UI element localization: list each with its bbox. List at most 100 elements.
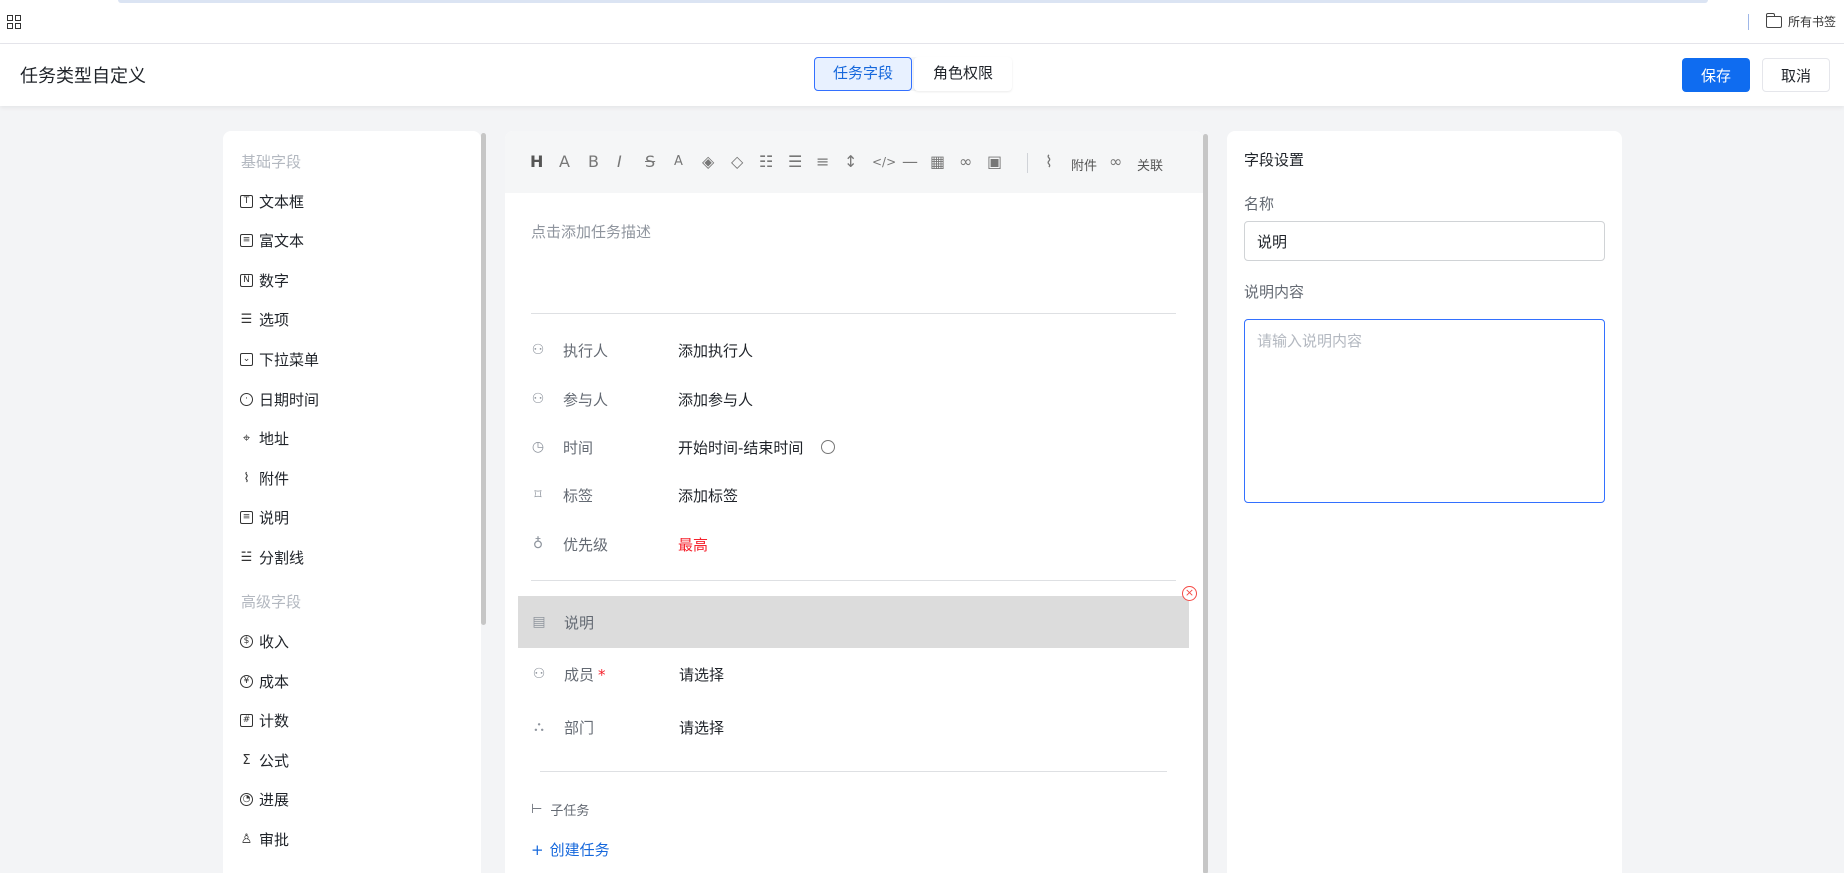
save-button[interactable]: 保存 <box>1682 58 1750 92</box>
subtask-label: 子任务 <box>550 804 590 819</box>
row-label: 部门 <box>564 718 595 737</box>
field-item-label: 数字 <box>259 272 290 290</box>
alarm-clock-icon[interactable] <box>821 440 836 454</box>
bookmark-bar: 所有书签 <box>0 0 1844 44</box>
field-item-description[interactable]: ≡ 说明 <box>240 507 289 528</box>
assignee-row[interactable]: ⚇ 执行人 添加执行人 <box>531 338 1171 362</box>
number-icon: N <box>240 274 253 287</box>
bold-icon[interactable]: B <box>588 153 599 171</box>
priority-value[interactable]: 最高 <box>678 534 708 555</box>
tab-role-permissions[interactable]: 角色权限 <box>914 57 1013 91</box>
bookmark-divider <box>1748 14 1749 30</box>
time-row[interactable]: ◷ 时间 开始时间-结束时间 <box>531 435 1171 459</box>
attachment-icon[interactable]: ⌇ <box>1045 153 1053 171</box>
description-content-textarea[interactable] <box>1244 319 1605 503</box>
priority-row[interactable]: ♁ 优先级 最高 <box>531 532 1171 556</box>
field-item-label: 审批 <box>259 831 290 849</box>
field-item-address[interactable]: ⌖ 地址 <box>240 428 289 449</box>
cancel-button[interactable]: 取消 <box>1762 58 1830 92</box>
custom-fields-divider <box>531 580 1176 581</box>
task-editor-panel: H A B I S A ◈ ◇ ☷ ☰ ≡ ↕ </> — ▦ ∞ ▣ ⌇ 附件… <box>505 131 1203 873</box>
content-label: 说明内容 <box>1244 283 1305 301</box>
editor-scrollbar[interactable] <box>1203 134 1208 873</box>
create-task-button[interactable]: + 创建任务 <box>531 839 610 860</box>
font-icon[interactable]: A <box>559 153 570 171</box>
code-icon[interactable]: </> <box>872 153 896 171</box>
bullet-list-icon[interactable]: ☰ <box>788 153 802 171</box>
heading-icon[interactable]: H <box>530 153 543 171</box>
fill-color-icon[interactable]: ◈ <box>702 153 714 171</box>
eraser-icon[interactable]: ◇ <box>731 153 743 171</box>
field-item-label: 富文本 <box>259 232 305 250</box>
custom-field-member-row[interactable]: ⚇ 成员 * 请选择 <box>532 662 1172 686</box>
required-mark: * <box>598 665 606 684</box>
font-color-icon[interactable]: A <box>674 153 683 171</box>
field-item-progress[interactable]: ◔ 进展 <box>240 789 289 810</box>
participants-row[interactable]: ⚇ 参与人 添加参与人 <box>531 387 1171 411</box>
tags-value[interactable]: 添加标签 <box>678 485 738 506</box>
dropdown-icon: ⌄ <box>240 353 253 366</box>
time-range-value[interactable]: 开始时间-结束时间 <box>678 437 803 458</box>
remove-field-close-icon[interactable]: × <box>1182 586 1197 601</box>
org-icon: ⛬ <box>534 719 544 735</box>
row-label: 时间 <box>563 438 594 457</box>
field-item-label: 地址 <box>259 430 290 448</box>
task-description-input[interactable]: 点击添加任务描述 <box>531 221 651 242</box>
italic-icon[interactable]: I <box>617 153 622 171</box>
strikethrough-icon[interactable]: S <box>645 153 655 171</box>
field-item-attachment[interactable]: ⌇ 附件 <box>240 468 289 489</box>
tags-row[interactable]: ⌑ 标签 添加标签 <box>531 483 1171 507</box>
relation-button[interactable]: 关联 <box>1137 155 1163 174</box>
relation-icon[interactable]: ∞ <box>1109 153 1122 171</box>
field-item-rich-text[interactable]: ≡ 富文本 <box>240 230 304 251</box>
all-bookmarks-button[interactable]: 所有书签 <box>1766 12 1837 30</box>
image-icon[interactable]: ▣ <box>987 153 1002 171</box>
field-name-input[interactable] <box>1244 221 1605 261</box>
field-item-income[interactable]: $ 收入 <box>240 631 289 652</box>
department-select[interactable]: 请选择 <box>679 717 724 738</box>
assignee-value[interactable]: 添加执行人 <box>678 340 753 361</box>
field-item-counter[interactable]: # 计数 <box>240 710 289 731</box>
cost-icon: ¥ <box>240 675 253 688</box>
row-label: 执行人 <box>563 341 609 360</box>
custom-field-department-row[interactable]: ⛬ 部门 请选择 <box>532 715 1172 739</box>
line-height-icon[interactable]: ↕ <box>844 153 857 171</box>
participants-value[interactable]: 添加参与人 <box>678 389 753 410</box>
link-icon[interactable]: ∞ <box>959 153 972 171</box>
field-library-scrollbar[interactable] <box>481 133 486 625</box>
subtask-divider <box>540 771 1167 772</box>
horizontal-rule-icon[interactable]: — <box>902 153 918 171</box>
field-item-dropdown[interactable]: ⌄ 下拉菜单 <box>240 349 319 370</box>
field-item-divider[interactable]: ☱ 分割线 <box>240 547 304 568</box>
attachment-button[interactable]: 附件 <box>1071 155 1097 174</box>
field-item-label: 分割线 <box>259 549 305 567</box>
subtask-tree-icon: ⊢ <box>531 802 543 817</box>
row-label: 标签 <box>563 486 594 505</box>
field-item-label: 进展 <box>259 791 290 809</box>
field-item-label: 下拉菜单 <box>259 351 320 369</box>
custom-field-description-row[interactable]: ▤ 说明 <box>532 610 1172 634</box>
field-item-label: 文本框 <box>259 193 305 211</box>
field-item-datetime[interactable]: · 日期时间 <box>240 389 319 410</box>
member-select[interactable]: 请选择 <box>679 664 724 685</box>
field-item-text-box[interactable]: T 文本框 <box>240 191 304 212</box>
sigma-icon: Σ <box>242 753 251 768</box>
field-item-label: 成本 <box>259 673 290 691</box>
field-item-number[interactable]: N 数字 <box>240 270 289 291</box>
field-item-cost[interactable]: ¥ 成本 <box>240 671 289 692</box>
apps-grid-icon[interactable] <box>7 15 21 29</box>
field-item-formula[interactable]: Σ 公式 <box>240 750 289 771</box>
page-title: 任务类型自定义 <box>20 66 146 87</box>
basic-fields-title: 基础字段 <box>241 153 302 171</box>
counter-icon: # <box>240 714 253 727</box>
toolbar-separator <box>1027 153 1028 173</box>
table-icon[interactable]: ▦ <box>930 153 945 171</box>
align-icon[interactable]: ≡ <box>816 153 829 171</box>
field-item-approval[interactable]: ♙ 审批 <box>240 829 289 850</box>
all-bookmarks-label: 所有书签 <box>1788 15 1837 29</box>
field-item-options[interactable]: ☰ 选项 <box>240 309 289 330</box>
clock-icon: ◷ <box>531 439 545 455</box>
row-label: 参与人 <box>563 390 609 409</box>
tab-task-fields[interactable]: 任务字段 <box>814 57 913 91</box>
ordered-list-icon[interactable]: ☷ <box>759 153 773 171</box>
